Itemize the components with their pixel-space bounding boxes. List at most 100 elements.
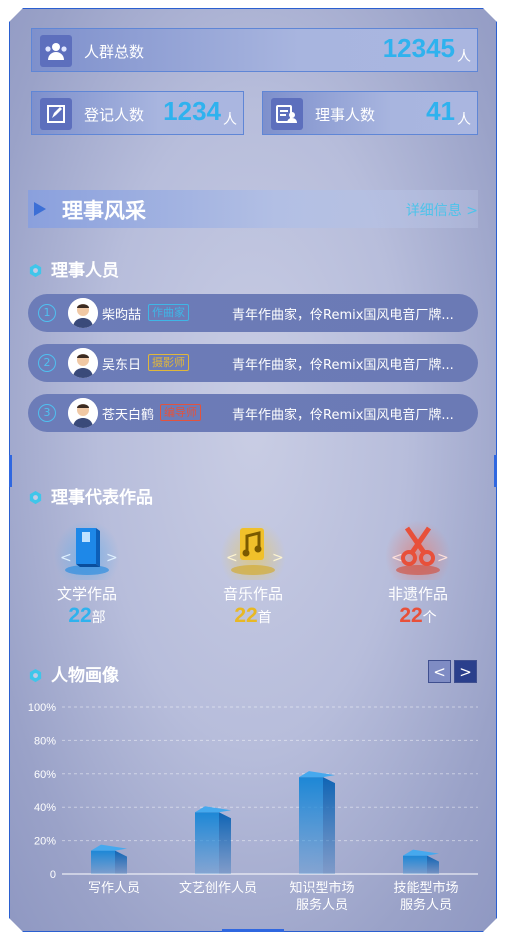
x-tick-label: 技能型市场 服务人员 bbox=[376, 880, 476, 914]
x-tick-label: 文艺创作人员 bbox=[168, 880, 268, 897]
member-index: 1 bbox=[38, 304, 56, 322]
scissors-icon: < > bbox=[385, 520, 451, 580]
bar-front bbox=[195, 812, 219, 874]
members-section-title: 理事人员 bbox=[51, 261, 119, 281]
member-row[interactable]: 2 吴东日 摄影师 青年作曲家，伶Remix国风电音厂牌... bbox=[28, 344, 478, 382]
portrait-section-header: 人物画像 bbox=[28, 661, 119, 686]
people-group-icon bbox=[40, 35, 72, 67]
avatar bbox=[68, 398, 98, 428]
bar-top bbox=[91, 844, 127, 851]
music-note-icon: < > bbox=[220, 520, 286, 580]
bar-side bbox=[115, 850, 127, 874]
x-tick-label-line: 写作人员 bbox=[87, 881, 140, 896]
bar[interactable] bbox=[403, 849, 439, 874]
work-count-value: 22 bbox=[399, 604, 423, 627]
portrait-bar-chart: 0 20% 40% 60% 80% 100% bbox=[28, 702, 478, 881]
y-tick-label: 40% bbox=[34, 802, 56, 814]
registered-value: 1234 bbox=[163, 96, 221, 126]
member-description: 青年作曲家，伶Remix国风电音厂牌... bbox=[232, 408, 454, 423]
bar[interactable] bbox=[299, 771, 335, 874]
x-tick-label-line: 服务人员 bbox=[399, 898, 452, 913]
portrait-section-title: 人物画像 bbox=[51, 666, 119, 686]
x-tick-label-line: 技能型市场 bbox=[393, 881, 459, 896]
member-name: 苍天白鹤 bbox=[102, 408, 155, 423]
svg-text:>: > bbox=[106, 550, 118, 566]
member-row[interactable]: 1 柴昀喆 作曲家 青年作曲家，伶Remix国风电音厂牌... bbox=[28, 294, 478, 332]
svg-text:>: > bbox=[272, 550, 284, 566]
work-count-unit: 部 bbox=[91, 610, 106, 626]
total-people-unit: 人 bbox=[457, 49, 471, 65]
bar-front bbox=[299, 777, 323, 874]
directors-label: 理事人数 bbox=[315, 106, 376, 124]
y-tick-label: 0 bbox=[50, 869, 56, 881]
works-section-title: 理事代表作品 bbox=[51, 488, 153, 508]
work-label: 非遗作品 bbox=[387, 585, 448, 603]
members-section-header: 理事人员 bbox=[28, 256, 119, 281]
directors-unit: 人 bbox=[457, 112, 471, 128]
bar-top bbox=[299, 771, 335, 778]
y-tick-label: 80% bbox=[34, 735, 56, 747]
member-row[interactable]: 3 苍天白鹤 编导师 青年作曲家，伶Remix国风电音厂牌... bbox=[28, 394, 478, 432]
play-arrow-icon bbox=[34, 202, 46, 216]
work-count-unit: 个 bbox=[422, 610, 437, 626]
section-banner: 理事风采 详细信息 > bbox=[28, 190, 478, 228]
directors-value: 41 bbox=[426, 96, 455, 126]
prev-button[interactable]: < bbox=[428, 660, 451, 683]
work-label: 文学作品 bbox=[56, 585, 117, 603]
work-count-unit: 首 bbox=[257, 610, 272, 626]
bar-side bbox=[323, 777, 335, 874]
bar-side bbox=[427, 855, 439, 874]
next-button[interactable]: > bbox=[454, 660, 477, 683]
avatar bbox=[68, 298, 98, 328]
work-count: 22首 bbox=[208, 604, 298, 628]
works-section-header: 理事代表作品 bbox=[28, 483, 153, 508]
y-tick-label: 20% bbox=[34, 836, 56, 848]
member-index: 3 bbox=[38, 404, 56, 422]
avatar bbox=[68, 348, 98, 378]
bar[interactable] bbox=[195, 806, 231, 874]
y-tick-label: 60% bbox=[34, 769, 56, 781]
svg-text:<: < bbox=[60, 550, 72, 566]
svg-text:<: < bbox=[391, 550, 403, 566]
book-icon: < > bbox=[54, 520, 120, 580]
member-name: 吴东日 bbox=[102, 358, 142, 373]
work-count: 22部 bbox=[42, 604, 132, 628]
svg-text:>: > bbox=[437, 550, 449, 566]
member-role-tag: 编导师 bbox=[160, 404, 201, 421]
left-edge-accent bbox=[9, 455, 12, 487]
member-name: 柴昀喆 bbox=[102, 308, 142, 323]
bar[interactable] bbox=[91, 844, 127, 874]
x-tick-label: 知识型市场 服务人员 bbox=[272, 880, 372, 914]
hexagon-icon bbox=[29, 490, 42, 505]
total-people-card: 人群总数 12345 人 bbox=[31, 28, 478, 72]
registered-card: 登记人数 1234 人 bbox=[31, 91, 244, 135]
bar-top bbox=[403, 849, 439, 856]
detail-link[interactable]: 详细信息 > bbox=[406, 200, 478, 220]
bar-side bbox=[219, 812, 231, 874]
x-tick-label-line: 服务人员 bbox=[295, 898, 348, 913]
bar-front bbox=[403, 855, 427, 874]
x-tick-label-line: 知识型市场 bbox=[289, 881, 355, 896]
member-description: 青年作曲家，伶Remix国风电音厂牌... bbox=[232, 308, 454, 323]
work-count-value: 22 bbox=[234, 604, 258, 627]
total-people-label: 人群总数 bbox=[84, 43, 145, 61]
member-index: 2 bbox=[38, 354, 56, 372]
member-description: 青年作曲家，伶Remix国风电音厂牌... bbox=[232, 358, 454, 373]
right-edge-accent bbox=[494, 455, 497, 487]
bottom-edge-accent bbox=[222, 929, 284, 932]
hexagon-icon bbox=[29, 668, 42, 683]
banner-title: 理事风采 bbox=[62, 199, 146, 223]
work-count: 22个 bbox=[373, 604, 463, 628]
member-role-tag: 摄影师 bbox=[148, 354, 189, 371]
y-tick-label: 100% bbox=[28, 702, 56, 714]
registered-label: 登记人数 bbox=[84, 106, 145, 124]
hexagon-icon bbox=[29, 263, 42, 278]
svg-text:<: < bbox=[226, 550, 238, 566]
total-people-value: 12345 bbox=[382, 33, 455, 63]
x-tick-label: 写作人员 bbox=[64, 880, 164, 897]
directors-card: 理事人数 41 人 bbox=[262, 91, 478, 135]
registered-unit: 人 bbox=[223, 112, 237, 128]
work-label: 音乐作品 bbox=[222, 585, 283, 603]
member-role-tag: 作曲家 bbox=[148, 304, 189, 321]
id-card-icon bbox=[271, 98, 303, 130]
